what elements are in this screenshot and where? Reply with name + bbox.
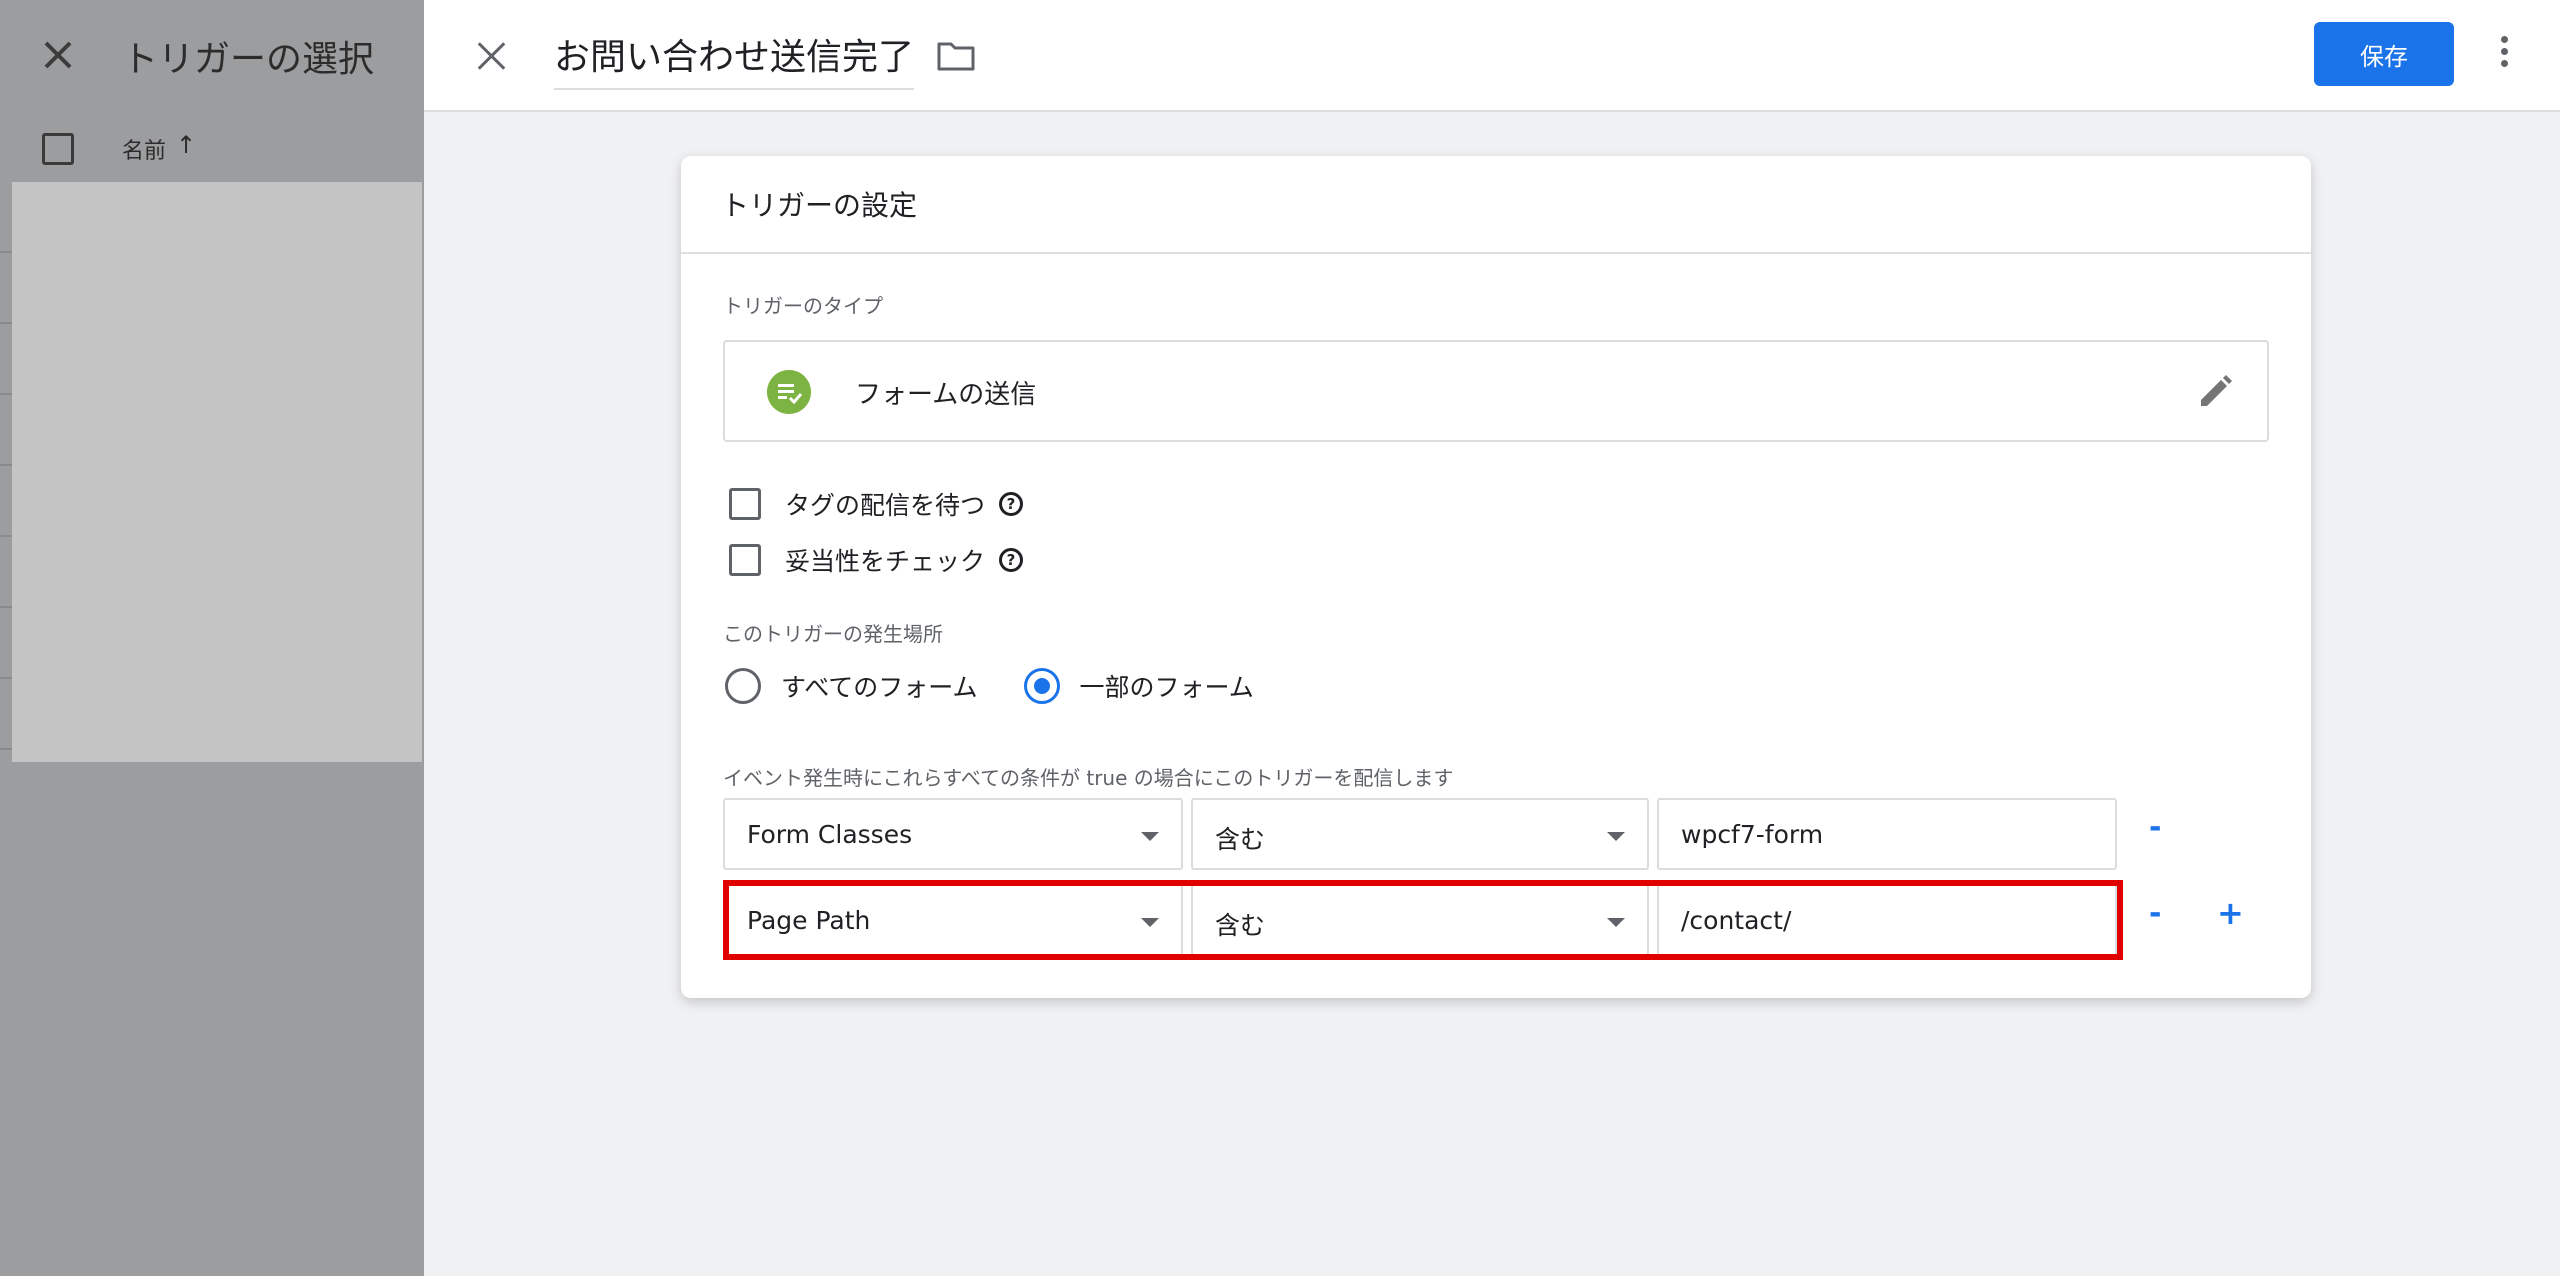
trigger-type-name: フォームの送信	[855, 380, 1037, 410]
card-title: トリガーの設定	[681, 156, 2311, 254]
trigger-config-card: トリガーの設定 トリガーのタイプ フォームの送信 タグの配信を待つ ? 妥当性を	[681, 156, 2311, 998]
check-validation-checkbox[interactable]	[729, 544, 761, 576]
sort-arrow-icon[interactable]: ↑	[176, 131, 196, 159]
column-header-name[interactable]: 名前	[122, 133, 166, 165]
condition-value-input[interactable]: /contact/	[1657, 884, 2117, 956]
dropdown-arrow-icon	[1607, 918, 1625, 927]
trigger-list-header: トリガーの選択	[0, 0, 424, 112]
dropdown-arrow-icon	[1607, 832, 1625, 841]
close-icon[interactable]	[38, 36, 78, 76]
condition-operator-select[interactable]: 含む	[1191, 798, 1649, 870]
close-icon[interactable]	[470, 34, 514, 78]
conditions-label: イベント発生時にこれらすべての条件が true の場合にこのトリガーを配信します	[723, 766, 1454, 790]
all-forms-radio[interactable]	[725, 668, 761, 704]
trigger-name-field[interactable]: お問い合わせ送信完了	[554, 28, 915, 90]
condition-operator-select[interactable]: 含む	[1191, 884, 1649, 956]
condition-variable-value: Page Path	[747, 906, 871, 935]
some-forms-radio[interactable]	[1023, 668, 1060, 704]
condition-variable-select[interactable]: Page Path	[723, 884, 1183, 956]
trigger-type-label: トリガーのタイプ	[723, 294, 883, 318]
trigger-editor: お問い合わせ送信完了 保存 トリガーの設定 トリガーのタイプ フォームの送信 タ…	[424, 0, 2560, 1276]
more-vert-icon[interactable]	[2494, 36, 2514, 76]
remove-condition-button[interactable]: -	[2149, 810, 2161, 845]
dropdown-arrow-icon	[1141, 918, 1159, 927]
wait-for-tags-label: タグの配信を待つ	[785, 491, 986, 520]
editor-topbar: お問い合わせ送信完了 保存	[424, 0, 2560, 112]
condition-row: Page Path 含む /contact/ - +	[723, 880, 2283, 960]
condition-operator-value: 含む	[1215, 825, 1266, 854]
all-forms-label[interactable]: すべてのフォーム	[781, 668, 978, 704]
fire-location-radio-group: すべてのフォーム 一部のフォーム	[725, 668, 1300, 704]
save-button[interactable]: 保存	[2314, 22, 2454, 86]
folder-icon[interactable]	[936, 40, 976, 72]
condition-value-input[interactable]: wpcf7-form	[1657, 798, 2117, 870]
trigger-list-title: トリガーの選択	[122, 39, 375, 80]
check-validation-option[interactable]: 妥当性をチェック ?	[729, 542, 1024, 578]
edit-pencil-icon[interactable]	[2195, 372, 2235, 412]
remove-condition-button[interactable]: -	[2149, 896, 2161, 931]
wait-for-tags-option[interactable]: タグの配信を待つ ?	[729, 486, 1024, 522]
select-all-checkbox[interactable]	[42, 133, 74, 165]
trigger-list	[12, 182, 422, 762]
condition-operator-value: 含む	[1215, 911, 1266, 940]
fire-location-label: このトリガーの発生場所	[723, 622, 943, 646]
trigger-type-selector[interactable]: フォームの送信	[723, 340, 2269, 442]
add-condition-button[interactable]: +	[2217, 894, 2244, 932]
condition-variable-value: Form Classes	[747, 820, 913, 849]
condition-row: Form Classes 含む wpcf7-form -	[723, 798, 2283, 870]
some-forms-label[interactable]: 一部のフォーム	[1080, 668, 1254, 704]
help-icon[interactable]: ?	[999, 548, 1024, 572]
wait-for-tags-checkbox[interactable]	[729, 488, 761, 520]
trigger-list-panel: トリガーの選択 名前 ↑	[0, 0, 424, 1276]
help-icon[interactable]: ?	[999, 492, 1024, 516]
dropdown-arrow-icon	[1141, 832, 1159, 841]
form-submit-icon	[767, 370, 811, 414]
condition-variable-select[interactable]: Form Classes	[723, 798, 1183, 870]
list-row-dividers	[0, 182, 12, 762]
check-validation-label: 妥当性をチェック	[785, 547, 986, 576]
